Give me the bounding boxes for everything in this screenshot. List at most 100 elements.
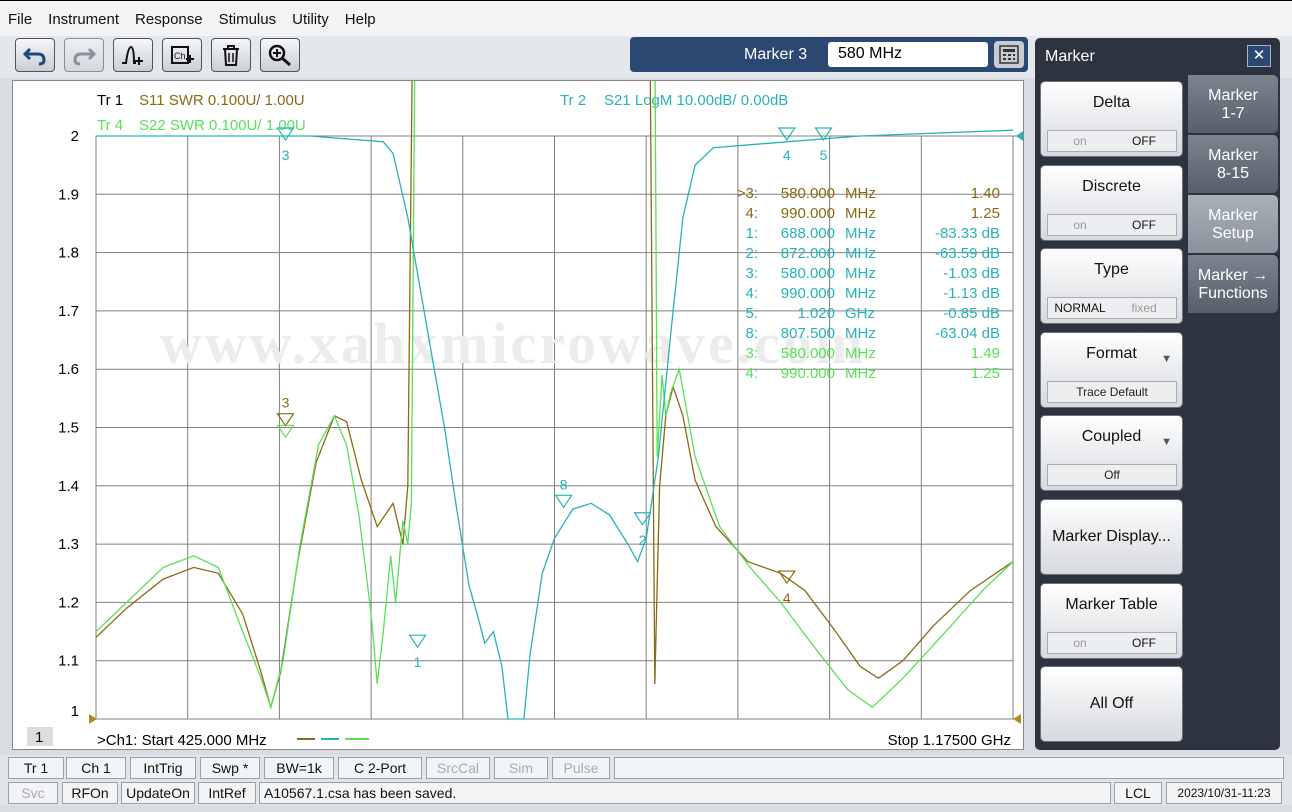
status-srccal[interactable]: SrcCal xyxy=(426,757,490,779)
redo-button[interactable] xyxy=(64,38,104,72)
marker-s21-5[interactable]: 5 xyxy=(814,127,833,163)
marker-s21-2[interactable]: 2 xyxy=(633,512,652,548)
readout-id: 4: xyxy=(745,365,758,382)
readout-value: 1.40 xyxy=(971,185,1000,202)
menu-help[interactable]: Help xyxy=(345,9,376,28)
delta-on: on xyxy=(1073,134,1087,148)
status-pulse[interactable]: Pulse xyxy=(552,757,610,779)
marker-s11-4[interactable]: 4 xyxy=(777,570,796,606)
marker-display-button[interactable]: Marker Display... xyxy=(1040,499,1183,575)
status-svc[interactable]: Svc xyxy=(8,782,58,804)
status-datetime: 2023/10/31-11:23 xyxy=(1166,782,1282,804)
marker-s21-1[interactable]: 1 xyxy=(408,634,427,670)
tab-marker-8-15[interactable]: Marker 8-15 xyxy=(1188,135,1278,193)
marker-table-button[interactable]: Marker Table on OFF xyxy=(1040,583,1183,659)
delta-toggle[interactable]: on OFF xyxy=(1047,130,1177,152)
trace2-tag[interactable]: Tr 2 xyxy=(560,92,586,109)
status-sim[interactable]: Sim xyxy=(494,757,548,779)
readout-id: 4: xyxy=(745,205,758,222)
svg-text:3: 3 xyxy=(282,147,290,163)
marker-table-toggle[interactable]: on OFF xyxy=(1047,632,1177,654)
svg-text:4: 4 xyxy=(783,590,791,606)
readout-value: -63.59 dB xyxy=(935,245,1000,262)
status-bar-upper: Tr 1 Ch 1 IntTrig Swp * BW=1k C 2-Port S… xyxy=(0,755,1292,781)
status-updateon[interactable]: UpdateOn xyxy=(121,782,195,804)
marker-readout-row: 3: 580.000 MHz 1.49 xyxy=(745,345,1000,362)
marker-readout-row: 4: 990.000 MHz -1.13 dB xyxy=(745,285,1000,302)
status-trace[interactable]: Tr 1 xyxy=(8,757,64,779)
status-lcl[interactable]: LCL xyxy=(1114,782,1162,804)
readout-freq: 872.000 xyxy=(781,245,835,262)
marker-s11-3[interactable]: 3 xyxy=(276,395,295,427)
svg-text:Ch: Ch xyxy=(174,51,186,61)
svg-text:5: 5 xyxy=(820,147,828,163)
readout-value: -1.13 dB xyxy=(943,285,1000,302)
type-button[interactable]: Type NORMAL fixed xyxy=(1040,248,1183,324)
trace4-tag[interactable]: Tr 4 xyxy=(97,117,123,134)
format-button[interactable]: Format ▼ Trace Default xyxy=(1040,332,1183,408)
trace4-desc[interactable]: S22 SWR 0.100U/ 1.00U xyxy=(139,117,306,134)
all-off-button[interactable]: All Off xyxy=(1040,666,1183,742)
menu-stimulus[interactable]: Stimulus xyxy=(219,9,277,28)
status-sweep[interactable]: Swp * xyxy=(200,757,260,779)
readout-value: 1.25 xyxy=(971,205,1000,222)
y-tick-label: 2 xyxy=(71,128,79,145)
coupled-button[interactable]: Coupled ▼ Off xyxy=(1040,415,1183,491)
marker-readout-row: 2: 872.000 MHz -63.59 dB xyxy=(745,245,1000,262)
type-toggle[interactable]: NORMAL fixed xyxy=(1047,297,1177,319)
format-dropdown-icon: ▼ xyxy=(1161,353,1172,365)
status-cal[interactable]: C 2-Port xyxy=(338,757,422,779)
y-tick-label: 1.1 xyxy=(58,653,79,670)
status-intref[interactable]: IntRef xyxy=(198,782,256,804)
trace1-desc[interactable]: S11 SWR 0.100U/ 1.00U xyxy=(139,92,305,109)
y-tick-label: 1.9 xyxy=(58,186,79,203)
readout-unit: MHz xyxy=(845,205,876,222)
y-tick-label: 1.4 xyxy=(58,478,79,495)
svg-text:8: 8 xyxy=(560,476,568,492)
menu-utility[interactable]: Utility xyxy=(292,9,329,28)
undo-button[interactable] xyxy=(15,38,55,72)
y-tick-label: 1.8 xyxy=(58,245,79,262)
marker-s21-8[interactable]: 8 xyxy=(554,476,573,509)
trace1-tag[interactable]: Tr 1 xyxy=(97,92,123,109)
tab-marker-1-7[interactable]: Marker 1-7 xyxy=(1188,75,1278,133)
keypad-button[interactable] xyxy=(994,41,1024,68)
readout-value: 1.49 xyxy=(971,345,1000,362)
tab-marker-setup[interactable]: Marker Setup xyxy=(1188,195,1278,253)
stop-frequency[interactable]: Stop 1.17500 GHz xyxy=(888,732,1011,749)
status-bandwidth[interactable]: BW=1k xyxy=(264,757,334,779)
readout-id: 5: xyxy=(745,305,758,322)
svg-text:4: 4 xyxy=(783,147,791,163)
start-frequency[interactable]: >Ch1: Start 425.000 MHz xyxy=(97,732,267,749)
readout-id: 3: xyxy=(745,345,758,362)
readout-unit: MHz xyxy=(845,265,876,282)
delete-button[interactable] xyxy=(211,38,251,72)
readout-unit: MHz xyxy=(845,245,876,262)
tab-marker-functions[interactable]: Marker → Functions xyxy=(1188,255,1278,313)
discrete-toggle[interactable]: on OFF xyxy=(1047,214,1177,236)
undo-icon xyxy=(22,47,46,66)
delta-button[interactable]: Delta on OFF xyxy=(1040,81,1183,157)
menu-instrument[interactable]: Instrument xyxy=(48,9,119,28)
keypad-icon xyxy=(999,45,1019,64)
menu-file[interactable]: File xyxy=(8,9,32,28)
coupled-value: Off xyxy=(1047,464,1177,486)
readout-unit: MHz xyxy=(845,345,876,362)
panel-close-button[interactable]: ✕ xyxy=(1247,45,1271,67)
add-channel-button[interactable]: Ch xyxy=(162,38,202,72)
zoom-button[interactable] xyxy=(260,38,300,72)
menu-response[interactable]: Response xyxy=(135,9,203,28)
watermark: www.xahxmicrowave.com xyxy=(160,311,866,376)
discrete-button[interactable]: Discrete on OFF xyxy=(1040,165,1183,241)
status-rfon[interactable]: RFOn xyxy=(62,782,118,804)
status-channel[interactable]: Ch 1 xyxy=(66,757,126,779)
status-trigger[interactable]: IntTrig xyxy=(130,757,196,779)
trace2-desc[interactable]: S21 LogM 10.00dB/ 0.00dB xyxy=(604,92,788,109)
y-tick-label: 1.6 xyxy=(58,361,79,378)
marker-entry-input[interactable]: 580 MHz xyxy=(828,42,988,67)
readout-value: 1.25 xyxy=(971,365,1000,382)
measurement-window: www.xahxmicrowave.com 2 1.9 1.8 1.7 1.6 1.5 1.… xyxy=(12,80,1024,750)
add-marker-button[interactable] xyxy=(113,38,153,72)
marker-s21-4[interactable]: 4 xyxy=(777,127,796,163)
y-tick-label: 1.7 xyxy=(58,303,79,320)
